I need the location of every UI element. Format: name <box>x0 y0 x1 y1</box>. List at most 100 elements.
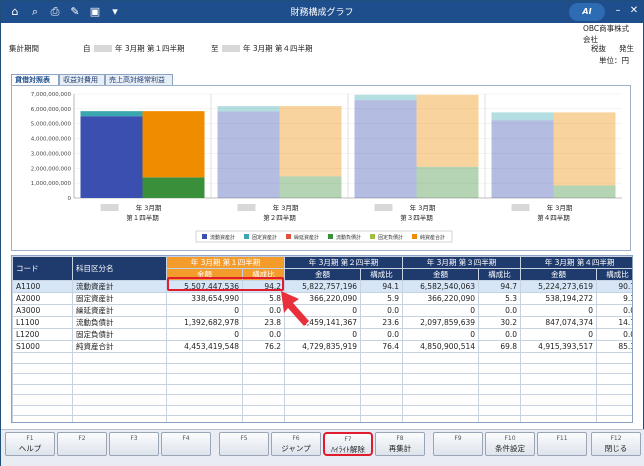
cell-ratio[interactable]: 94.1 <box>360 280 404 293</box>
cell-name[interactable]: 純資産合計 <box>72 340 167 353</box>
cell-amount[interactable]: 0 <box>284 328 362 341</box>
cell-ratio[interactable]: 0.0 <box>478 328 522 341</box>
chart-svg: 7,000,000,000 6,000,000,000 5,000,000,000 4… <box>31 92 622 243</box>
cell-amount[interactable]: 366,220,090 <box>402 292 480 305</box>
cell-amount[interactable]: 5,224,273,619 <box>520 280 598 293</box>
fkey-number: F10 <box>504 435 516 442</box>
fkey-f11[interactable]: F11 <box>537 432 587 456</box>
legend-label: 流動負債計 <box>336 234 361 241</box>
y-tick-label: 7,000,000,000 <box>31 92 72 98</box>
legend-label: 純資産合計 <box>420 234 445 241</box>
cell-ratio[interactable]: 76.2 <box>241 340 286 353</box>
cell-code[interactable]: L1100 <box>12 316 73 329</box>
cell-amount[interactable]: 338,654,990 <box>166 292 243 305</box>
minimize-icon[interactable]: – <box>611 4 625 18</box>
cell-ratio[interactable]: 5.3 <box>478 292 522 305</box>
fkey-number: F9 <box>454 435 462 442</box>
cell-amount[interactable]: 0 <box>166 328 243 341</box>
fkey-f3[interactable]: F3 <box>109 432 159 456</box>
table-row[interactable]: S1000 純資産合計 4,453,419,548 76.2 4,729,835,919… <box>12 340 632 353</box>
to-label: 至 <box>211 44 219 53</box>
cell-ratio[interactable]: 85.3 <box>596 340 632 353</box>
fkey-f1[interactable]: F1 ヘルプ <box>5 432 55 456</box>
cell-amount[interactable]: 0 <box>166 304 243 317</box>
cell-ratio[interactable]: 90.7 <box>596 280 632 293</box>
close-icon[interactable]: ✕ <box>627 4 641 18</box>
cell-ratio[interactable]: 0.0 <box>360 328 404 341</box>
cell-amount[interactable]: 0 <box>402 304 480 317</box>
fkey-f10[interactable]: F10 条件設定 <box>485 432 535 456</box>
cell-ratio[interactable]: 0.0 <box>596 328 632 341</box>
cell-amount[interactable]: 2,097,859,639 <box>402 316 480 329</box>
cell-code[interactable]: L1200 <box>12 328 73 341</box>
cell-ratio[interactable]: 0.0 <box>478 304 522 317</box>
cell-ratio[interactable]: 69.8 <box>478 340 522 353</box>
cell-name[interactable]: 固定資産計 <box>72 292 167 305</box>
cell-ratio[interactable]: 0.0 <box>596 304 632 317</box>
cell-amount[interactable]: 0 <box>520 328 598 341</box>
period-header[interactable]: 年 3月期 第３四半期 <box>402 256 522 269</box>
cell-amount[interactable]: 847,074,374 <box>520 316 598 329</box>
cell-code[interactable]: A1100 <box>12 280 73 293</box>
period-header[interactable]: 年 3月期 第２四半期 <box>284 256 404 269</box>
empty-row <box>12 362 632 374</box>
col-code[interactable]: コード <box>12 256 73 281</box>
table-row[interactable]: A2000 固定資産計 338,654,990 5.8 366,220,090 5.9 36… <box>12 292 632 305</box>
cell-ratio[interactable]: 9.3 <box>596 292 632 305</box>
period-header[interactable]: 年 3月期 第１四半期 <box>165 256 286 269</box>
cell-amount[interactable]: 4,850,900,514 <box>402 340 480 353</box>
fkey-f6[interactable]: F6 ジャンプ <box>271 432 321 456</box>
cell-amount[interactable]: 538,194,272 <box>520 292 598 305</box>
table-row[interactable]: L1200固定負債計00.000.000.000.0 <box>12 328 632 341</box>
y-tick-label: 1,000,000,000 <box>31 181 72 187</box>
legend-swatch <box>286 234 291 239</box>
fkey-f7[interactable]: F7 ﾊｲﾗｲﾄ解除 <box>323 432 373 456</box>
table-row[interactable]: A1100 流動資産計 5,507,447,536 94.2 5,822,757,196… <box>12 280 632 293</box>
cell-amount[interactable]: 4,729,835,919 <box>284 340 362 353</box>
pointer-arrow-icon <box>281 291 309 326</box>
highlight-box <box>167 277 284 291</box>
cell-ratio[interactable]: 14.7 <box>596 316 632 329</box>
cell-name[interactable]: 繰延資産計 <box>72 304 167 317</box>
cell-ratio[interactable]: 76.4 <box>360 340 404 353</box>
cell-amount[interactable]: 0 <box>402 328 480 341</box>
cell-ratio[interactable]: 5.9 <box>360 292 404 305</box>
cell-code[interactable]: S1000 <box>12 340 73 353</box>
fkey-label: ヘルプ <box>18 444 42 453</box>
cell-amount[interactable]: 4,453,419,548 <box>166 340 243 353</box>
fkey-f8[interactable]: F8 再集計 <box>375 432 425 456</box>
cell-amount[interactable]: 1,392,682,978 <box>166 316 243 329</box>
period-header[interactable]: 年 3月期 第４四半期 <box>520 256 632 269</box>
cell-ratio[interactable]: 94.7 <box>478 280 522 293</box>
col-name[interactable]: 科目区分名 <box>72 256 167 281</box>
y-tick-label: 4,000,000,000 <box>31 137 72 143</box>
cell-ratio[interactable]: 0.0 <box>360 304 404 317</box>
fkey-f5[interactable]: F5 <box>219 432 269 456</box>
bar-segment <box>553 185 616 198</box>
fkey-f4[interactable]: F4 <box>161 432 211 456</box>
cell-amount[interactable]: 0 <box>520 304 598 317</box>
redaction-mask <box>100 204 119 211</box>
bar-segment <box>279 176 342 198</box>
cell-ratio[interactable]: 23.6 <box>360 316 404 329</box>
bar-segment <box>142 111 205 178</box>
table-row[interactable]: L1100 流動負債計 1,392,682,978 23.8 1,459,141,367… <box>12 316 632 329</box>
cell-name[interactable]: 固定負債計 <box>72 328 167 341</box>
cell-name[interactable]: 流動負債計 <box>72 316 167 329</box>
fkey-label: 閉じる <box>604 444 628 453</box>
cell-code[interactable]: A2000 <box>12 292 73 305</box>
fkey-f2[interactable]: F2 <box>57 432 107 456</box>
cell-ratio[interactable]: 0.0 <box>241 328 286 341</box>
fkey-f12[interactable]: F12 閉じる <box>591 432 641 456</box>
x-tick-label: 第２四半期 <box>263 213 296 222</box>
table-row[interactable]: A3000繰延資産計00.000.000.000.0 <box>12 304 632 317</box>
fkey-label: 条件設定 <box>495 444 525 453</box>
cell-ratio[interactable]: 30.2 <box>478 316 522 329</box>
cell-code[interactable]: A3000 <box>12 304 73 317</box>
y-tick-label: 0 <box>68 196 72 202</box>
cell-amount[interactable]: 4,915,393,517 <box>520 340 598 353</box>
fkey-f9[interactable]: F9 <box>433 432 483 456</box>
cell-amount[interactable]: 6,582,540,063 <box>402 280 480 293</box>
redaction-mask <box>374 204 393 211</box>
cell-name[interactable]: 流動資産計 <box>72 280 167 293</box>
